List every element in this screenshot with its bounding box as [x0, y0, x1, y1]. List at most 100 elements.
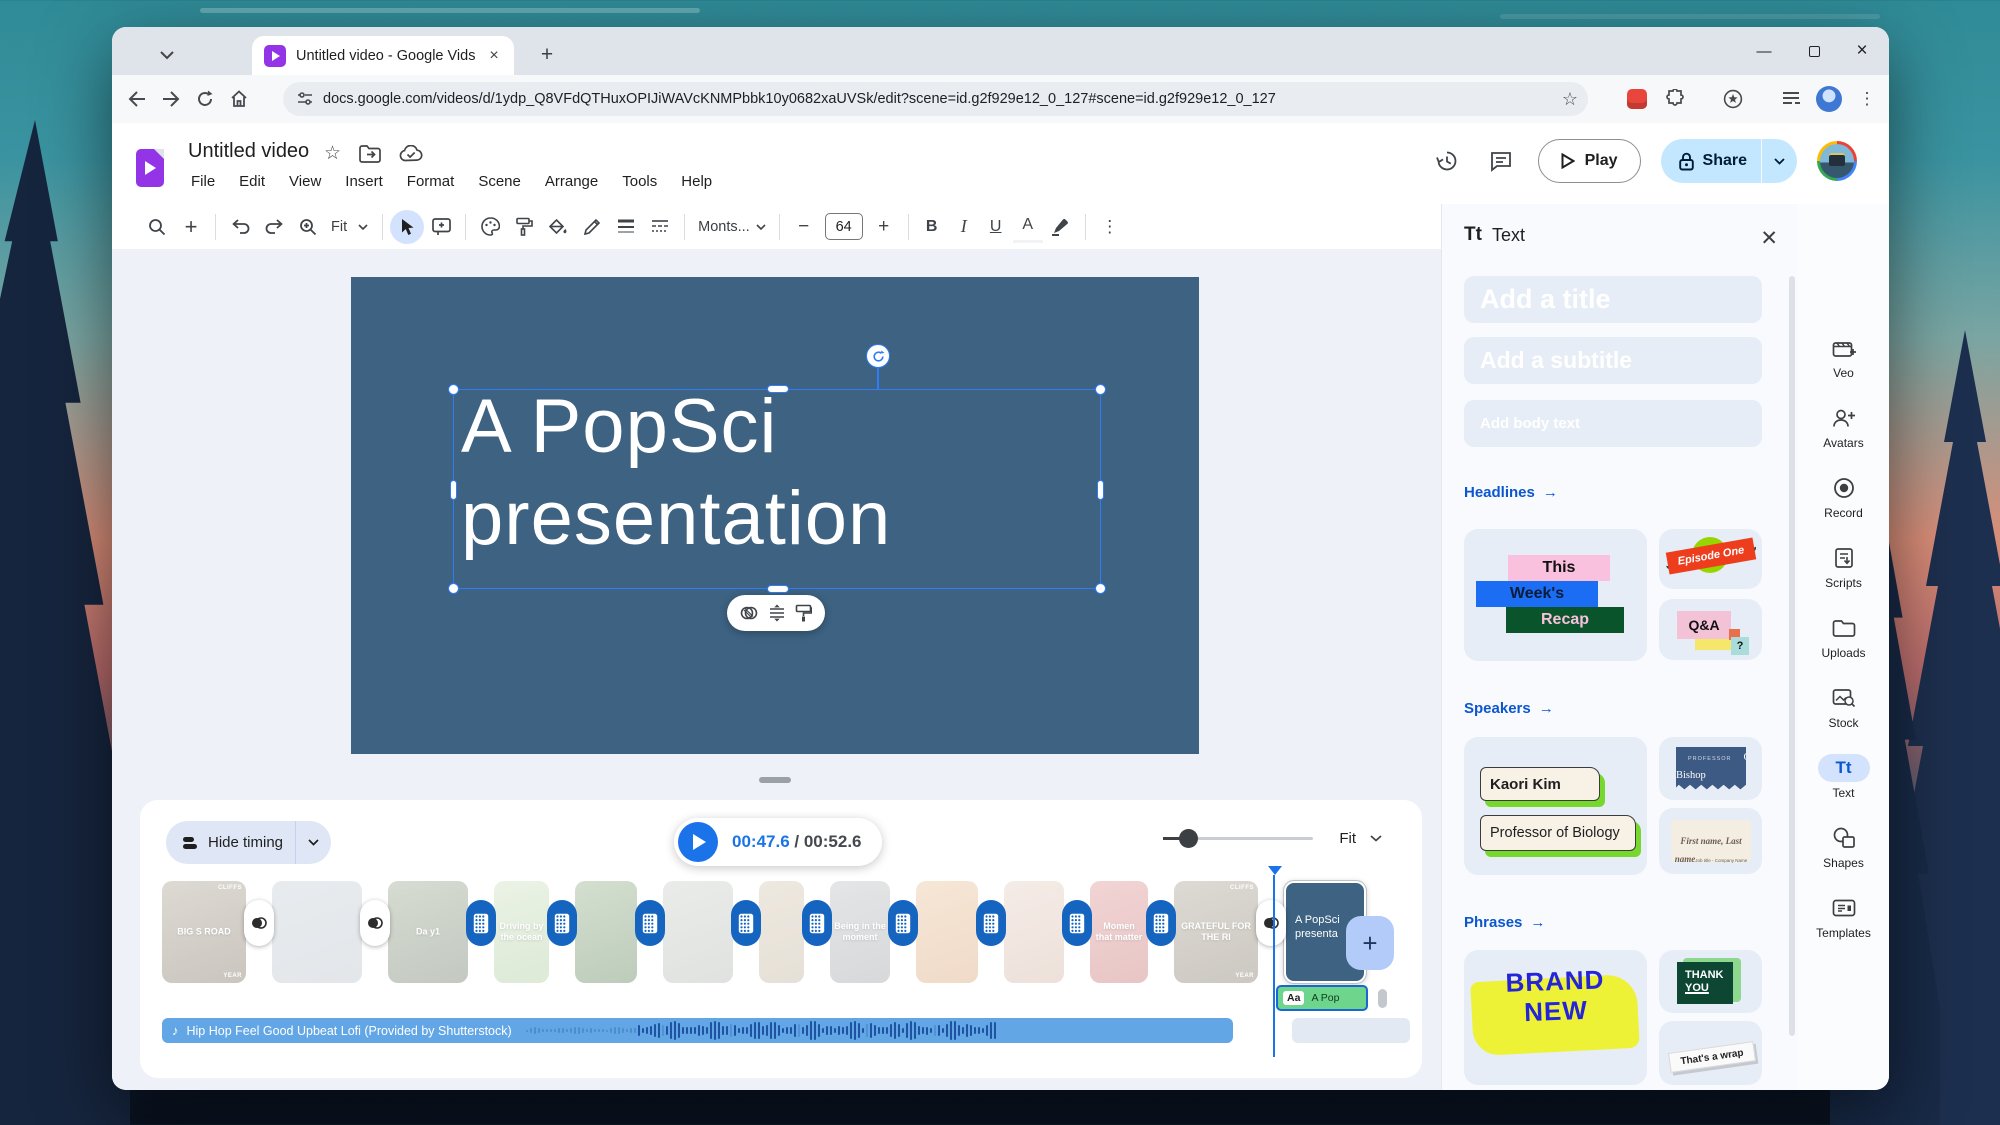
add-comment-icon[interactable] [424, 210, 458, 244]
vertical-spacing-icon[interactable] [769, 604, 785, 622]
pen-icon[interactable] [575, 210, 609, 244]
forward-button[interactable] [154, 82, 188, 116]
transition-effect-icon[interactable] [740, 605, 760, 621]
transition-grid-button[interactable] [802, 900, 832, 946]
bookmark-saved-icon[interactable] [1719, 85, 1747, 113]
scene-thumbnail-3[interactable]: Da y1 [388, 881, 468, 983]
transition-grid-button[interactable] [1146, 900, 1176, 946]
comments-icon[interactable] [1484, 144, 1518, 178]
resize-handle-nw[interactable] [448, 384, 459, 395]
phrase-template-thankyou[interactable]: THANKYOU [1659, 950, 1762, 1013]
text-track-chip[interactable]: Aa A Pop [1276, 985, 1368, 1011]
site-info-icon[interactable] [297, 92, 313, 106]
resize-handle-n[interactable] [767, 385, 789, 393]
zoom-fit-label[interactable]: Fit [331, 219, 347, 235]
close-panel-icon[interactable]: ✕ [1760, 226, 1778, 251]
rail-item-veo[interactable]: Veo [1798, 334, 1889, 398]
rail-item-scripts[interactable]: Scripts [1798, 544, 1889, 608]
rail-item-record[interactable]: Record [1798, 474, 1889, 538]
scene-thumbnail-9[interactable] [916, 881, 978, 983]
highlight-color-icon[interactable] [1044, 210, 1078, 244]
menu-format[interactable]: Format [398, 170, 464, 193]
new-tab-button[interactable]: + [532, 40, 562, 70]
browser-profile-avatar[interactable] [1815, 85, 1843, 113]
share-dropdown-icon[interactable] [1762, 158, 1797, 165]
url-text[interactable]: docs.google.com/videos/d/1ydp_Q8VFdQTHux… [323, 91, 1562, 107]
audio-track[interactable]: ♪ Hip Hop Feel Good Upbeat Lofi (Provide… [162, 1018, 1233, 1043]
add-subtitle-input[interactable]: Add a subtitle [1464, 337, 1762, 384]
scene-thumbnail-5[interactable] [575, 881, 637, 983]
transition-fade-button[interactable] [244, 900, 274, 946]
speaker-template-lowerthird[interactable]: Kaori Kim Professor of Biology [1464, 737, 1647, 875]
rail-item-text[interactable]: TtText [1798, 754, 1889, 818]
menu-help[interactable]: Help [672, 170, 721, 193]
resize-handle-ne[interactable] [1095, 384, 1106, 395]
scene-thumbnail-10[interactable] [1004, 881, 1064, 983]
window-close-button[interactable]: × [1845, 35, 1879, 67]
scene-thumbnail-2[interactable] [272, 881, 362, 983]
speaker-template-pennant[interactable]: PROFESSORGrace Bishop [1659, 737, 1762, 800]
window-minimize-button[interactable]: — [1747, 35, 1781, 67]
font-size-increase-icon[interactable]: + [867, 210, 901, 244]
version-history-icon[interactable] [1430, 144, 1464, 178]
search-icon[interactable] [140, 210, 174, 244]
text-chip-handle[interactable] [1378, 989, 1387, 1008]
border-weight-icon[interactable] [609, 210, 643, 244]
phrases-link[interactable]: Phrases→ [1464, 914, 1545, 931]
transition-grid-button[interactable] [976, 900, 1006, 946]
rail-item-avatars[interactable]: Avatars [1798, 404, 1889, 468]
rotate-handle-icon[interactable] [866, 344, 890, 368]
headline-template-recap[interactable]: This Week's Recap [1464, 529, 1647, 661]
play-button[interactable]: Play [1538, 139, 1641, 183]
menu-view[interactable]: View [280, 170, 330, 193]
browser-menu-icon[interactable]: ⋮ [1853, 85, 1881, 113]
menu-arrange[interactable]: Arrange [536, 170, 607, 193]
extension-red-icon[interactable] [1623, 85, 1651, 113]
menu-edit[interactable]: Edit [230, 170, 274, 193]
menu-tools[interactable]: Tools [613, 170, 666, 193]
document-title[interactable]: Untitled video [188, 140, 309, 163]
tab-close-icon[interactable]: × [484, 46, 504, 66]
select-tool-icon[interactable] [390, 210, 424, 244]
transition-grid-button[interactable] [888, 900, 918, 946]
phrase-template-brandnew[interactable]: BRANDNEW [1464, 950, 1647, 1085]
add-title-input[interactable]: Add a title [1464, 276, 1762, 323]
bookmark-star-icon[interactable]: ☆ [1562, 89, 1578, 110]
reading-list-icon[interactable] [1777, 85, 1805, 113]
font-family-dropdown[interactable]: Monts... [692, 219, 772, 235]
menu-file[interactable]: File [182, 170, 224, 193]
menu-scene[interactable]: Scene [469, 170, 530, 193]
text-color-button[interactable]: A [1012, 214, 1044, 240]
paint-roller-icon[interactable] [507, 210, 541, 244]
font-size-decrease-icon[interactable]: − [787, 210, 821, 244]
home-button[interactable] [222, 82, 256, 116]
bold-button[interactable]: B [916, 211, 948, 243]
slide[interactable]: A PopScipresentation [351, 277, 1199, 754]
playhead[interactable] [1274, 866, 1282, 1057]
window-maximize-button[interactable] [1797, 35, 1831, 67]
border-dash-icon[interactable] [643, 210, 677, 244]
transition-grid-button[interactable] [1062, 900, 1092, 946]
zoom-fit-dropdown-icon[interactable] [351, 210, 375, 244]
font-size-input[interactable]: 64 [825, 213, 863, 240]
star-document-icon[interactable]: ☆ [324, 142, 341, 165]
scene-thumbnail-12[interactable]: GRATEFUL FOR THE RICLIFFSYEAR [1174, 881, 1258, 983]
transition-grid-button[interactable] [547, 900, 577, 946]
add-scene-toolbar-icon[interactable]: + [174, 210, 208, 244]
move-folder-icon[interactable] [359, 145, 381, 163]
back-button[interactable] [120, 82, 154, 116]
transition-grid-button[interactable] [731, 900, 761, 946]
address-bar[interactable]: docs.google.com/videos/d/1ydp_Q8VFdQTHux… [283, 82, 1588, 116]
redo-icon[interactable] [257, 210, 291, 244]
transition-grid-button[interactable] [635, 900, 665, 946]
rail-item-templates[interactable]: Templates [1798, 894, 1889, 958]
resize-handle-e[interactable] [1097, 480, 1104, 500]
rail-item-shapes[interactable]: Shapes [1798, 824, 1889, 888]
phrase-template-wrap[interactable]: That's a wrap [1659, 1021, 1762, 1085]
vids-logo-icon[interactable] [136, 149, 164, 187]
fill-color-icon[interactable] [541, 210, 575, 244]
scene-thumbnail-1[interactable]: BIG S ROADCLIFFSYEAR [162, 881, 246, 983]
resize-handle-sw[interactable] [448, 583, 459, 594]
italic-button[interactable]: I [948, 211, 980, 243]
reload-button[interactable] [188, 82, 222, 116]
